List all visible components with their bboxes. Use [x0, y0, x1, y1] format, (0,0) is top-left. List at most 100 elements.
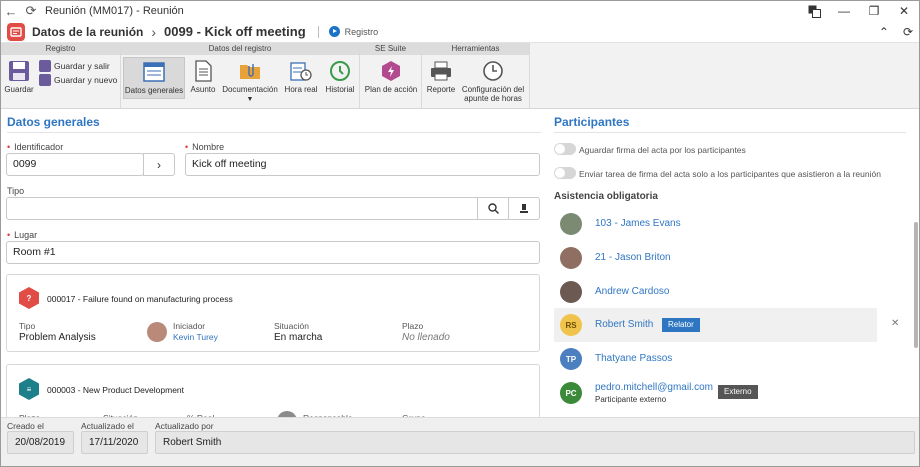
form-icon — [143, 61, 165, 83]
participant-name[interactable]: 21 - Jason Briton — [595, 252, 671, 263]
reporte-button[interactable]: Reporte — [426, 60, 456, 94]
datos-generales-button[interactable]: Datos generales — [123, 57, 185, 99]
card-title: 000017 - Failure found on manufacturing … — [47, 294, 233, 304]
participant-name[interactable]: Thatyane Passos — [595, 353, 672, 364]
reload-icon[interactable]: ⟳ — [903, 25, 913, 39]
participantes-title: Participantes — [554, 115, 630, 129]
enviar-tarea-toggle[interactable] — [554, 167, 576, 179]
main-content: Datos generales • Identificador 0099 › • N… — [1, 110, 919, 434]
iniciador-avatar — [147, 322, 167, 342]
identificador-label: • Identificador — [7, 142, 64, 152]
guardar-y-nuevo-button[interactable]: Guardar y nuevo — [39, 74, 117, 86]
aguardar-firma-toggle[interactable] — [554, 143, 576, 155]
dropdown-arrow-icon: ▼ — [246, 96, 254, 103]
participant-name[interactable]: 103 - James Evans — [595, 218, 681, 229]
collapse-ribbon-icon[interactable]: ⌃ — [879, 25, 889, 39]
hora-real-button[interactable]: Hora real — [283, 60, 319, 94]
participant-name[interactable]: Andrew Cardoso — [595, 286, 669, 297]
relator-badge: Relator — [662, 318, 700, 332]
module-title: Datos de la reunión — [32, 24, 144, 39]
back-arrow-icon[interactable]: ← — [1, 1, 21, 21]
linked-record-card[interactable]: ? 000017 - Failure found on manufacturin… — [6, 274, 540, 352]
participant-avatar: TP — [560, 348, 582, 370]
actualizado-el-field: 17/11/2020 — [81, 431, 148, 454]
participant-row[interactable]: TP Thatyane Passos — [554, 342, 877, 376]
asistencia-obligatoria-heading: Asistencia obligatoria — [554, 191, 658, 202]
participant-name[interactable]: pedro.mitchell@gmail.com — [595, 382, 713, 393]
action-plan-icon — [380, 60, 402, 82]
clock-icon — [482, 60, 504, 82]
card-tipo-value: Problem Analysis — [19, 332, 96, 343]
eraser-icon — [520, 203, 528, 213]
restore-button[interactable]: ❐ — [859, 1, 889, 21]
participant-avatar: RS — [560, 314, 582, 336]
iniciador-link[interactable]: Kevin Turey — [173, 332, 218, 342]
printer-icon — [430, 60, 452, 82]
ribbon-toolbar: Registro Guardar Guardar y salir Guardar… — [1, 43, 919, 109]
close-window-button[interactable]: ✕ — [889, 1, 919, 21]
actualizado-por-field: Robert Smith — [155, 431, 915, 454]
translate-icon[interactable] — [799, 1, 829, 21]
participant-row[interactable]: RS Robert Smith Relator ✕ — [554, 308, 899, 342]
app-window: ← ⟳ Reunión (MM017) - Reunión — ❐ ✕ Dato… — [0, 0, 920, 467]
creado-el-field: 20/08/2019 — [7, 431, 74, 454]
remove-participant-icon[interactable]: ✕ — [891, 318, 899, 329]
problem-analysis-icon: ? — [19, 287, 39, 309]
asunto-button[interactable]: Asunto — [189, 60, 217, 94]
save-icon — [8, 60, 30, 82]
scrollbar[interactable] — [914, 222, 918, 348]
participant-row[interactable]: PC pedro.mitchell@gmail.com Participante… — [554, 376, 877, 410]
audit-footer: Creado el 20/08/2019 Actualizado el 17/1… — [1, 417, 919, 466]
record-header: Datos de la reunión › 0099 - Kick off me… — [1, 21, 919, 43]
documentacion-dropdown[interactable]: Documentación ▼ — [221, 60, 279, 104]
participant-avatar — [560, 281, 582, 303]
clear-tipo-button[interactable] — [508, 197, 540, 220]
lugar-field[interactable]: Room #1 — [6, 241, 540, 264]
window-title: Reunión (MM017) - Reunión — [45, 5, 184, 17]
participant-subtitle: Participante externo — [595, 395, 667, 404]
ribbon-group-registro: Registro Guardar Guardar y salir Guardar… — [1, 43, 121, 109]
configuracion-apunte-button[interactable]: Configuración del apunte de horas — [460, 60, 526, 103]
meeting-app-icon — [7, 22, 25, 41]
breadcrumb-chevron-icon: › — [151, 23, 157, 40]
refresh-icon[interactable]: ⟳ — [21, 1, 41, 21]
save-new-icon — [39, 74, 51, 86]
tipo-field[interactable] — [6, 197, 478, 220]
ribbon-group-datos: Datos del registro Datos generales Asunt… — [121, 43, 360, 109]
participant-avatar — [560, 213, 582, 235]
registro-link[interactable]: Registro — [328, 26, 378, 37]
title-bar: ← ⟳ Reunión (MM017) - Reunión — ❐ ✕ — [1, 1, 919, 21]
ribbon-group-herramientas: Herramientas Reporte Configuración del a… — [422, 43, 530, 109]
tipo-label: Tipo — [7, 186, 25, 196]
identificador-field[interactable]: 0099 — [6, 153, 144, 176]
ribbon-group-suite: SE Suite Plan de acción — [360, 43, 422, 109]
timesheet-icon — [290, 60, 312, 82]
folder-attachment-icon — [239, 60, 261, 82]
card-situacion-value: En marcha — [274, 332, 323, 343]
guardar-y-salir-button[interactable]: Guardar y salir — [39, 60, 110, 72]
search-icon — [487, 203, 499, 214]
search-tipo-button[interactable] — [477, 197, 509, 220]
nombre-field[interactable]: Kick off meeting — [185, 153, 540, 176]
participant-row[interactable]: Andrew Cardoso — [554, 275, 877, 309]
chevron-right-icon: › — [157, 157, 161, 172]
historial-button[interactable]: Historial — [323, 60, 357, 94]
project-icon: ≡ — [19, 378, 39, 400]
minimize-button[interactable]: — — [829, 1, 859, 21]
card-plazo-value: No llenado — [402, 332, 450, 343]
participant-row[interactable]: 103 - James Evans — [554, 207, 877, 241]
save-exit-icon — [39, 60, 51, 72]
lugar-label: • Lugar — [7, 230, 38, 240]
participant-name[interactable]: Robert Smith — [595, 319, 653, 330]
participant-avatar: PC — [560, 382, 582, 404]
history-icon — [329, 60, 351, 82]
next-id-button[interactable]: › — [143, 153, 175, 176]
externo-badge: Externo — [718, 385, 758, 399]
datos-generales-title: Datos generales — [7, 115, 100, 129]
record-title: 0099 - Kick off meeting — [164, 24, 306, 39]
plan-de-accion-button[interactable]: Plan de acción — [362, 60, 420, 94]
document-icon — [192, 60, 214, 82]
card-title: 000003 - New Product Development — [47, 385, 185, 395]
guardar-button[interactable]: Guardar — [4, 60, 34, 94]
participant-row[interactable]: 21 - Jason Briton — [554, 241, 877, 275]
